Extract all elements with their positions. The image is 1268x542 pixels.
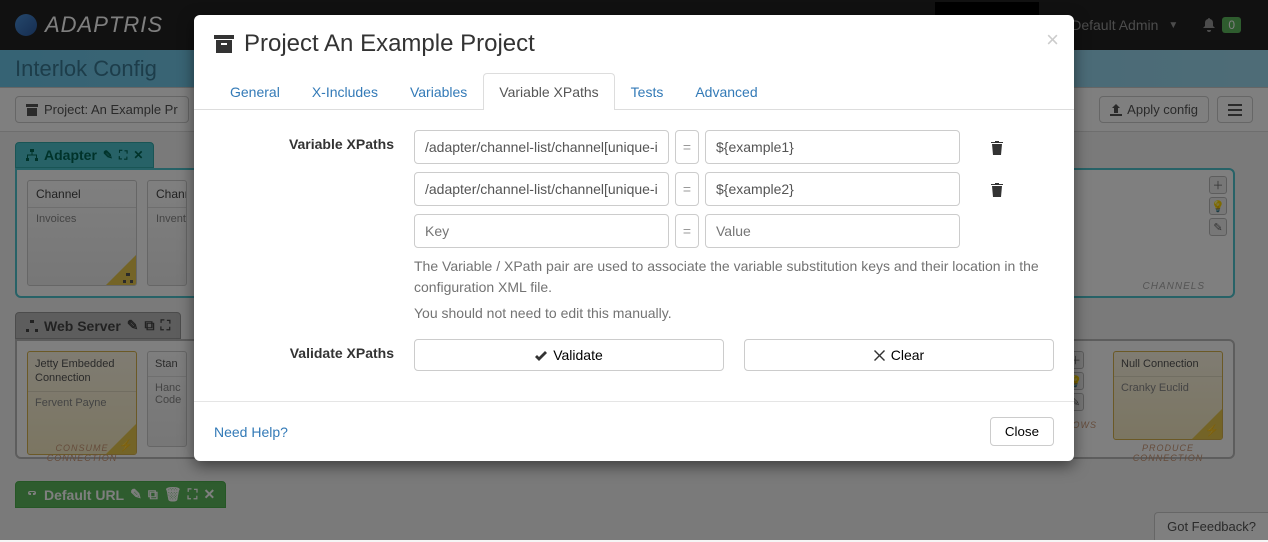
equals-label: = bbox=[675, 214, 699, 248]
delete-row-button[interactable] bbox=[991, 181, 1003, 197]
variable-xpaths-label: Variable XPaths bbox=[214, 130, 414, 324]
help-link[interactable]: Need Help? bbox=[214, 424, 288, 440]
xpath-row-empty: = bbox=[414, 214, 1054, 248]
tab-tests[interactable]: Tests bbox=[615, 73, 680, 110]
equals-label: = bbox=[675, 130, 699, 164]
modal-backdrop: Project An Example Project × General X-I… bbox=[0, 0, 1268, 540]
x-icon bbox=[874, 350, 885, 361]
modal-title: Project An Example Project bbox=[244, 30, 535, 58]
validate-xpaths-label: Validate XPaths bbox=[214, 339, 414, 371]
modal-tabs: General X-Includes Variables Variable XP… bbox=[194, 73, 1074, 110]
project-modal: Project An Example Project × General X-I… bbox=[194, 15, 1074, 461]
tab-general[interactable]: General bbox=[214, 73, 296, 110]
help-text-1: The Variable / XPath pair are used to as… bbox=[414, 256, 1054, 298]
modal-close-x[interactable]: × bbox=[1046, 27, 1059, 53]
xpath-key-input[interactable] bbox=[414, 172, 669, 206]
equals-label: = bbox=[675, 172, 699, 206]
xpath-row: = bbox=[414, 172, 1054, 206]
xpath-row: = bbox=[414, 130, 1054, 164]
tab-variable-xpaths[interactable]: Variable XPaths bbox=[483, 73, 614, 110]
clear-button[interactable]: Clear bbox=[744, 339, 1054, 371]
delete-row-button[interactable] bbox=[991, 139, 1003, 155]
xpath-key-input[interactable] bbox=[414, 214, 669, 248]
xpath-value-input[interactable] bbox=[705, 172, 960, 206]
help-text-2: You should not need to edit this manuall… bbox=[414, 303, 1054, 324]
check-icon bbox=[535, 349, 547, 361]
archive-icon bbox=[214, 35, 234, 53]
trash-icon bbox=[991, 183, 1003, 197]
xpath-value-input[interactable] bbox=[705, 214, 960, 248]
xpath-value-input[interactable] bbox=[705, 130, 960, 164]
validate-button[interactable]: Validate bbox=[414, 339, 724, 371]
tab-advanced[interactable]: Advanced bbox=[679, 73, 773, 110]
tab-xincludes[interactable]: X-Includes bbox=[296, 73, 394, 110]
close-button[interactable]: Close bbox=[990, 417, 1054, 446]
trash-icon bbox=[991, 141, 1003, 155]
xpath-key-input[interactable] bbox=[414, 130, 669, 164]
tab-variables[interactable]: Variables bbox=[394, 73, 483, 110]
